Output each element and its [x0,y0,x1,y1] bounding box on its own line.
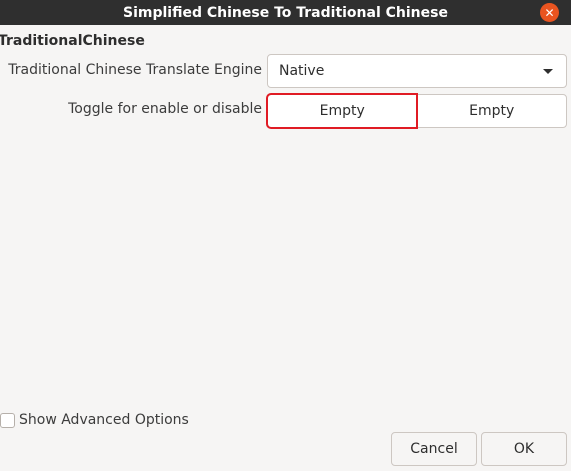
close-icon: ✕ [544,5,555,20]
dialog-content: TraditionalChinese Traditional Chinese T… [0,25,571,471]
cancel-button[interactable]: Cancel [391,432,477,466]
toggle-option-2[interactable]: Empty [416,94,567,128]
toggle-group: Empty Empty [266,93,567,129]
advanced-options-row[interactable]: Show Advanced Options [0,412,189,428]
window-title: Simplified Chinese To Traditional Chines… [123,4,448,21]
ok-button[interactable]: OK [481,432,567,466]
close-button[interactable]: ✕ [540,3,559,22]
toggle-label: Toggle for enable or disable [68,101,262,117]
engine-selected-value: Native [279,63,325,79]
engine-dropdown[interactable]: Native [267,54,567,88]
advanced-options-checkbox[interactable] [0,412,15,428]
section-title: TraditionalChinese [0,33,145,49]
window-titlebar: Simplified Chinese To Traditional Chines… [0,0,571,25]
advanced-options-label: Show Advanced Options [19,412,189,428]
chevron-down-icon [543,69,553,74]
toggle-option-1[interactable]: Empty [266,93,418,129]
engine-label: Traditional Chinese Translate Engine [8,62,262,78]
